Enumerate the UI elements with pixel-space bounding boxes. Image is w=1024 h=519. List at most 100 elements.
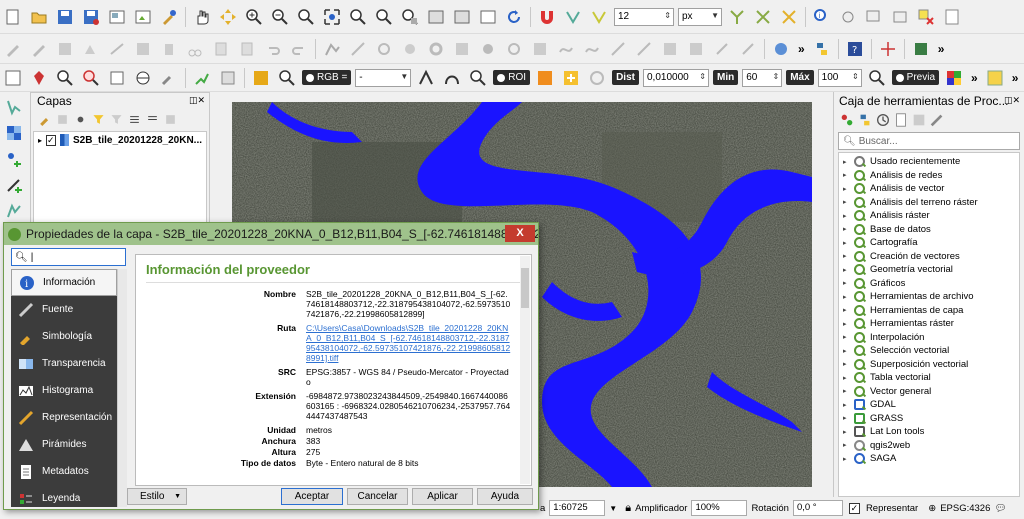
expand-arrow-icon[interactable]: ▸ <box>843 414 851 422</box>
add-part-icon[interactable] <box>451 38 473 60</box>
zoom-full-icon[interactable] <box>321 6 343 28</box>
chevron-down-icon[interactable]: ▼ <box>609 504 621 513</box>
add-vector-alt-icon[interactable] <box>3 200 25 222</box>
expand-arrow-icon[interactable]: ▸ <box>843 239 851 247</box>
apply-button[interactable]: Aplicar <box>412 488 473 505</box>
globe-icon[interactable] <box>132 67 154 89</box>
cut-features-icon[interactable] <box>184 38 206 60</box>
expand-arrow-icon[interactable]: ▸ <box>843 360 851 368</box>
plugin-icon[interactable] <box>910 38 932 60</box>
toolbox-item[interactable]: ▸ Herramientas ráster <box>839 317 1019 331</box>
more-tools-icon[interactable]: » <box>798 42 805 56</box>
nav-item-rendering[interactable]: Representación <box>11 404 117 431</box>
min-input[interactable]: 60 ⇕ <box>742 68 783 87</box>
path-link[interactable]: C:\Users\Casa\Downloads\S2B_tile_2020122… <box>306 323 511 363</box>
snapping-vertex-icon[interactable] <box>562 6 584 28</box>
layer-visibility-checkbox[interactable]: ✓ <box>46 134 56 146</box>
expand-arrow-icon[interactable]: ▸ <box>843 198 851 206</box>
rotate-feature-icon[interactable] <box>373 38 395 60</box>
snapping-magnet-icon[interactable] <box>536 6 558 28</box>
layer-item[interactable]: ▸ ✓ S2B_tile_20201228_20KN... <box>34 132 206 148</box>
paste-features-icon[interactable] <box>236 38 258 60</box>
rgb-combo[interactable]: - ▼ <box>355 68 412 87</box>
new-project-icon[interactable] <box>2 6 24 28</box>
toolbox-item-recent[interactable]: ▸ Usado recientemente <box>839 155 1019 169</box>
roi-add-icon[interactable] <box>560 67 582 89</box>
toolbox-item[interactable]: ▸ Análisis ráster <box>839 209 1019 223</box>
expand-arrow-icon[interactable]: ▸ <box>843 441 851 449</box>
pan-hand-icon[interactable] <box>191 6 213 28</box>
paint-style-icon[interactable] <box>36 111 52 127</box>
results-viewer-icon[interactable] <box>893 112 909 128</box>
expand-arrow-icon[interactable]: ▸ <box>843 320 851 328</box>
add-ring-icon[interactable] <box>425 38 447 60</box>
modify-attributes-icon[interactable] <box>132 38 154 60</box>
split-parts-icon[interactable] <box>633 38 655 60</box>
search-map-icon[interactable] <box>54 67 76 89</box>
spreadsheet-icon[interactable] <box>984 67 1006 89</box>
magnifier-input[interactable]: 100% <box>691 500 748 516</box>
save-project-icon[interactable] <box>54 6 76 28</box>
collapse-all-icon[interactable] <box>144 111 160 127</box>
select-by-value-icon[interactable] <box>889 6 911 28</box>
toolbox-item[interactable]: ▸ Selección vectorial <box>839 344 1019 358</box>
scrollbar-thumb[interactable] <box>521 268 529 308</box>
more-tools-icon[interactable]: » <box>971 71 978 85</box>
expand-arrow-icon[interactable]: ▸ <box>38 136 42 145</box>
new-map-view-icon[interactable] <box>477 6 499 28</box>
panel-float-close-icon[interactable]: ◫✕ <box>1004 95 1020 106</box>
add-group-icon[interactable] <box>54 111 70 127</box>
nav-item-information[interactable]: i Información <box>11 269 117 296</box>
more-tools-icon[interactable]: » <box>938 42 945 56</box>
expand-all-icon[interactable] <box>126 111 142 127</box>
help-button[interactable]: Ayuda <box>477 488 533 505</box>
toolbox-item[interactable]: ▸ Vector general <box>839 385 1019 399</box>
expand-arrow-icon[interactable]: ▸ <box>843 333 851 341</box>
nav-item-source[interactable]: Fuente <box>11 296 117 323</box>
expand-arrow-icon[interactable]: ▸ <box>843 279 851 287</box>
content-scrollbar[interactable] <box>520 256 530 484</box>
visibility-icon[interactable] <box>72 111 88 127</box>
expand-arrow-icon[interactable]: ▸ <box>843 347 851 355</box>
simplify-feature-icon[interactable] <box>399 38 421 60</box>
expand-arrow-icon[interactable]: ▸ <box>843 293 851 301</box>
toolbox-item[interactable]: ▸ Herramientas de archivo <box>839 290 1019 304</box>
offset-point-symbols-icon[interactable] <box>737 38 759 60</box>
toolbox-item-grass[interactable]: ▸ GRASS <box>839 412 1019 426</box>
toolbox-item[interactable]: ▸ Creación de vectores <box>839 250 1019 264</box>
search-red-icon[interactable] <box>80 67 102 89</box>
zoom-rubberband-icon[interactable] <box>295 6 317 28</box>
nav-item-metadata[interactable]: Metadatos <box>11 458 117 485</box>
snapping-cross-icon[interactable] <box>752 6 774 28</box>
dialog-title-bar[interactable]: Propiedades de la capa - S2B_tile_202012… <box>4 223 538 245</box>
dialog-search-input[interactable]: 🔍︎ | <box>11 248 126 266</box>
remove-layer-icon[interactable] <box>162 111 178 127</box>
toggle-editing-icon[interactable] <box>28 38 50 60</box>
snapping-unit-select[interactable]: px ▼ <box>678 7 722 26</box>
open-field-calculator-icon[interactable] <box>941 6 963 28</box>
delete-selected-icon[interactable] <box>158 38 180 60</box>
options-icon[interactable] <box>929 112 945 128</box>
zoom-to-layer-icon[interactable] <box>373 6 395 28</box>
merge-features-icon[interactable] <box>659 38 681 60</box>
style-button[interactable]: Estilo ▼ <box>127 488 187 505</box>
toolbox-item[interactable]: ▸ Análisis de redes <box>839 169 1019 183</box>
nav-item-transparency[interactable]: Transparencia <box>11 350 117 377</box>
expand-arrow-icon[interactable]: ▸ <box>843 252 851 260</box>
toolbox-item[interactable]: ▸ Superposición vectorial <box>839 358 1019 372</box>
zoom-next-icon[interactable] <box>451 6 473 28</box>
undo-icon[interactable] <box>262 38 284 60</box>
toolbox-item[interactable]: ▸ Base de datos <box>839 223 1019 237</box>
zoom-to-selection-icon[interactable] <box>347 6 369 28</box>
cancel-button[interactable]: Cancelar <box>347 488 408 505</box>
toolbox-item[interactable]: ▸ Análisis de vector <box>839 182 1019 196</box>
filter-expression-icon[interactable] <box>108 111 124 127</box>
toolbox-item[interactable]: ▸ Herramientas de capa <box>839 304 1019 318</box>
edit-features-icon[interactable] <box>911 112 927 128</box>
expand-arrow-icon[interactable]: ▸ <box>843 401 851 409</box>
roi-redo-icon[interactable] <box>586 67 608 89</box>
save-edits-icon[interactable] <box>54 38 76 60</box>
open-project-icon[interactable] <box>28 6 50 28</box>
digitize-icon[interactable] <box>2 67 24 89</box>
scripts-icon[interactable] <box>857 112 873 128</box>
